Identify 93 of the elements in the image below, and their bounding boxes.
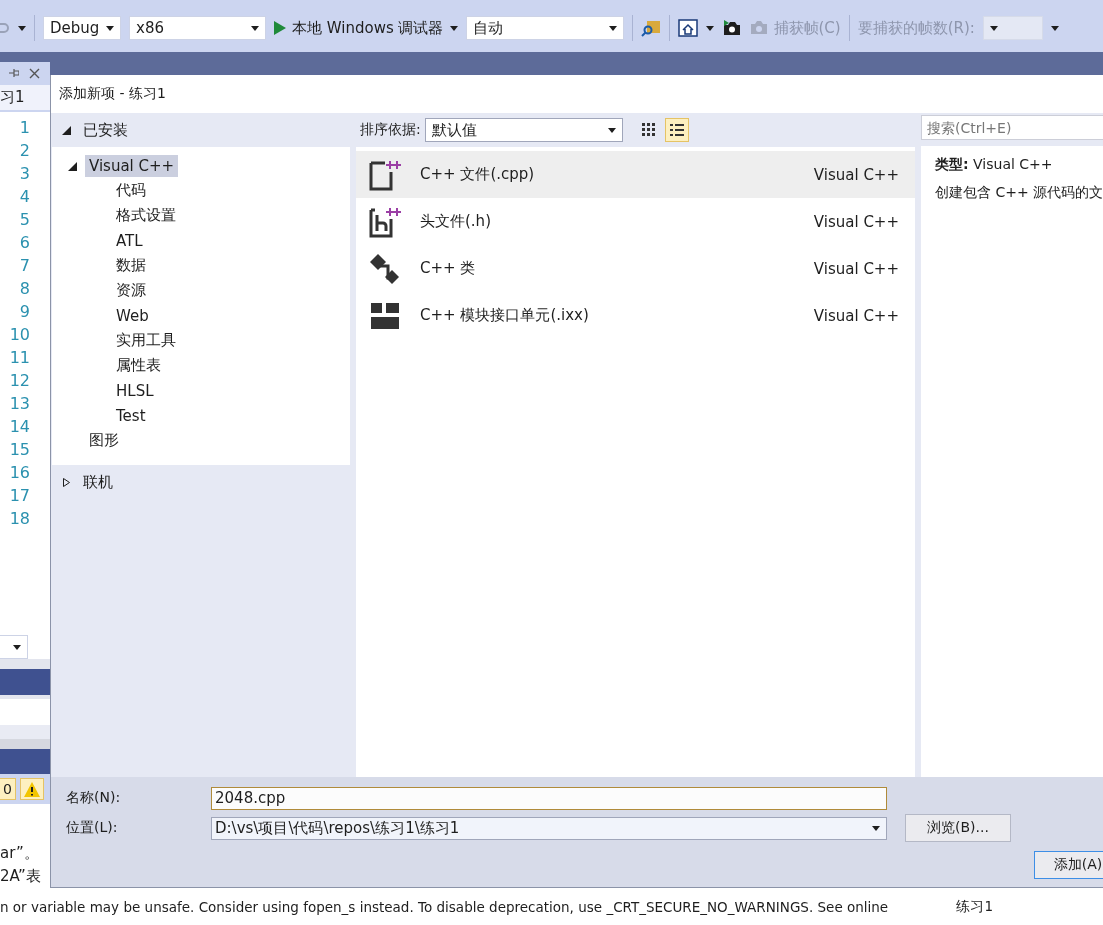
line-number: 13 bbox=[9, 394, 30, 414]
warning-toggle[interactable] bbox=[19, 778, 44, 801]
tree-item[interactable]: Test bbox=[112, 404, 150, 427]
line-number: 11 bbox=[9, 348, 30, 368]
view-mode-button[interactable] bbox=[664, 118, 689, 142]
tree-item[interactable]: 属性表 bbox=[112, 354, 165, 377]
line-number: 6 bbox=[19, 233, 30, 253]
dialog-title: 添加新项 - 练习1 bbox=[59, 85, 166, 103]
close-icon[interactable] bbox=[29, 67, 40, 79]
sort-dropdown[interactable]: 默认值 bbox=[424, 118, 623, 142]
line-number: 5 bbox=[19, 210, 30, 230]
line-number: 12 bbox=[9, 371, 30, 391]
tree-item[interactable]: 图形 bbox=[85, 429, 123, 452]
line-number: 17 bbox=[9, 486, 30, 506]
warning-icon bbox=[23, 781, 40, 797]
camera-icon bbox=[749, 21, 768, 35]
project-label: 练习1 bbox=[956, 897, 993, 916]
line-number: 18 bbox=[9, 509, 30, 529]
tree-item[interactable]: 格式设置 bbox=[112, 204, 180, 227]
caret-icon bbox=[607, 127, 616, 133]
output-line: ar”。 bbox=[0, 844, 39, 862]
line-number: 10 bbox=[9, 325, 30, 345]
tree-item[interactable]: 实用工具 bbox=[112, 329, 180, 352]
expanded-arrow-icon[interactable] bbox=[68, 161, 77, 171]
panel-title-bar bbox=[0, 669, 50, 696]
collapsed-arrow-icon[interactable] bbox=[62, 478, 71, 487]
template-row[interactable]: C++ 文件(.cpp) Visual C++ bbox=[356, 151, 915, 198]
search-field[interactable]: 搜索(Ctrl+E) bbox=[921, 115, 1103, 140]
member-dropdown[interactable] bbox=[0, 635, 28, 660]
platform-dropdown[interactable]: x86 bbox=[129, 16, 266, 40]
status-message: n or variable may be unsafe. Consider using fopen_s instead. To disable deprecation, use _CRT_SECURE_NO_WARNINGS. See online bbox=[0, 898, 889, 915]
category-header[interactable]: 已安装 bbox=[79, 118, 132, 142]
frame-count-label: 要捕获的帧数(R): bbox=[857, 18, 975, 38]
line-number: 1 bbox=[19, 118, 30, 138]
tree-item[interactable]: 代码 bbox=[112, 179, 150, 202]
error-count[interactable]: 0 bbox=[0, 778, 16, 801]
template-language: Visual C++ bbox=[813, 259, 899, 278]
tree-item[interactable]: HLSL bbox=[112, 379, 158, 402]
line-number: 3 bbox=[19, 164, 30, 184]
caret-icon bbox=[251, 25, 259, 31]
line-number: 16 bbox=[9, 463, 30, 483]
pin-icon[interactable] bbox=[9, 68, 19, 79]
line-number: 15 bbox=[9, 440, 30, 460]
list-view-icon bbox=[668, 122, 685, 138]
name-field[interactable]: 2048.cpp bbox=[211, 786, 887, 810]
type-line: 类型: Visual C++ bbox=[935, 156, 1054, 174]
tree-item[interactable]: ATL bbox=[112, 229, 147, 252]
template-language: Visual C++ bbox=[813, 306, 899, 325]
caret-icon bbox=[608, 25, 617, 31]
line-number: 7 bbox=[19, 256, 30, 276]
template-language: Visual C++ bbox=[813, 212, 899, 231]
line-number: 2 bbox=[19, 141, 30, 161]
class-icon bbox=[368, 251, 402, 286]
mode-dropdown[interactable]: 自动 bbox=[465, 16, 624, 40]
window-icon[interactable] bbox=[677, 19, 698, 37]
template-name: C++ 类 bbox=[420, 259, 477, 278]
add-button[interactable]: 添加(A) bbox=[1034, 851, 1103, 879]
caret-icon bbox=[1050, 25, 1059, 31]
template-name: 头文件(.h) bbox=[420, 212, 492, 231]
caret-icon bbox=[705, 25, 714, 31]
caret-icon bbox=[872, 825, 880, 831]
panel-title-bar bbox=[0, 749, 50, 775]
folder-search-icon[interactable] bbox=[640, 18, 661, 38]
output-line: 2A”表 bbox=[0, 867, 41, 885]
sort-label: 排序依据: bbox=[360, 121, 421, 139]
template-name: C++ 模块接口单元(.ixx) bbox=[420, 306, 590, 325]
caret-icon bbox=[449, 25, 458, 31]
caret-icon bbox=[989, 25, 998, 31]
name-label: 名称(N): bbox=[65, 789, 122, 807]
category-header[interactable]: 联机 bbox=[79, 470, 117, 494]
location-label: 位置(L): bbox=[65, 819, 119, 837]
description-text: 创建包含 C++ 源代码的文 bbox=[935, 184, 1103, 202]
camera-icon[interactable] bbox=[721, 20, 742, 36]
debugger-button[interactable]: 本地 Windows 调试器 bbox=[274, 18, 458, 38]
dropdown-caret-icon bbox=[18, 25, 26, 31]
tree-item[interactable]: 资源 bbox=[112, 279, 150, 302]
expanded-arrow-icon[interactable] bbox=[62, 126, 71, 135]
browse-button[interactable]: 浏览(B)... bbox=[905, 814, 1011, 842]
caret-icon bbox=[106, 25, 114, 31]
tree-item[interactable]: Visual C++ bbox=[85, 154, 179, 177]
tree-item[interactable]: Web bbox=[112, 304, 153, 327]
grid-view-icon bbox=[640, 122, 657, 138]
location-field[interactable]: D:\vs\项目\代码\repos\练习1\练习1 bbox=[211, 816, 887, 840]
template-name: C++ 文件(.cpp) bbox=[420, 165, 536, 184]
line-number: 8 bbox=[19, 279, 30, 299]
line-number: 14 bbox=[9, 417, 30, 437]
template-language: Visual C++ bbox=[813, 165, 899, 184]
configuration-dropdown[interactable]: Debug bbox=[43, 16, 121, 40]
line-number: 9 bbox=[19, 302, 30, 322]
line-number: 4 bbox=[19, 187, 30, 207]
tree-item[interactable]: 数据 bbox=[112, 254, 150, 277]
play-icon bbox=[274, 21, 286, 35]
caret-icon bbox=[13, 644, 21, 650]
